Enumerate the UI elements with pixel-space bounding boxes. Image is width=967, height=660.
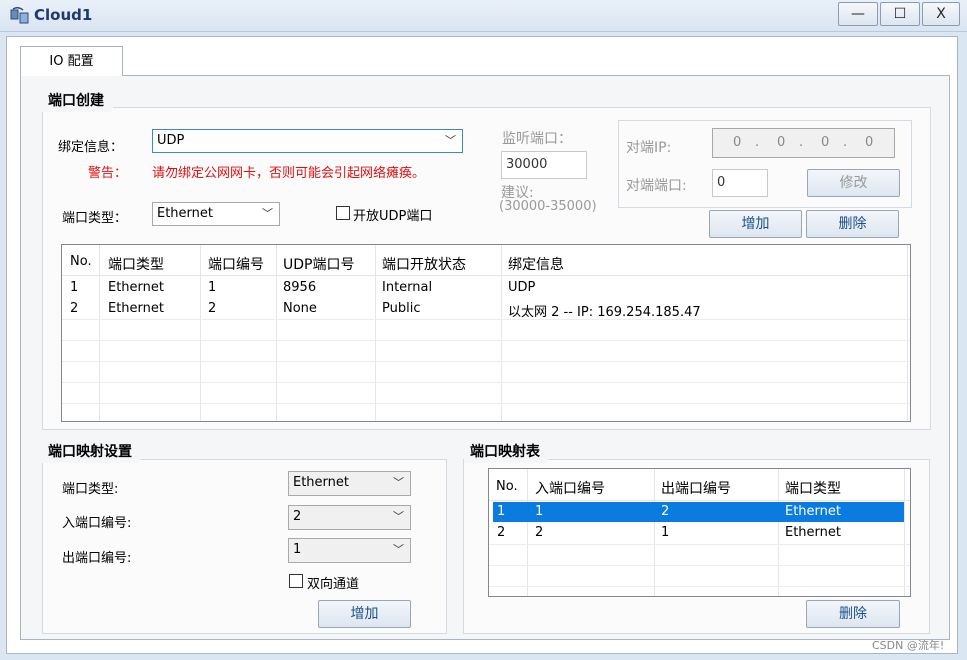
listen-port-label: 监听端口： xyxy=(502,131,572,147)
port-mapping-table-title: 端口映射表 xyxy=(464,441,560,463)
column-header: 入端口编号 xyxy=(535,481,605,497)
minimize-icon: — xyxy=(851,6,865,22)
ip-dot: . xyxy=(755,135,760,150)
column-header: 出端口编号 xyxy=(661,481,731,497)
binding-label: 绑定信息： xyxy=(58,140,124,155)
listen-port-value: 30000 xyxy=(506,157,548,172)
close-button[interactable]: X xyxy=(922,2,960,26)
mapping-port-type-label: 端口类型: xyxy=(62,482,119,497)
mapping-table: No. 入端口编号 出端口编号 端口类型 1 1 2 Ethernet 2 2 … xyxy=(488,468,911,597)
chevron-down-icon: ﹀ xyxy=(393,510,404,523)
port-type-select[interactable]: Ethernet ﹀ xyxy=(152,202,280,226)
watermark: CSDN @流年! xyxy=(872,639,945,652)
mapping-port-type-select[interactable]: Ethernet ﹀ xyxy=(288,471,411,496)
add-port-button[interactable]: 增加 xyxy=(709,210,802,238)
column-header: No. xyxy=(70,254,92,269)
port-type-value: Ethernet xyxy=(157,206,213,221)
column-header: UDP端口号 xyxy=(283,257,355,273)
out-port-value: 1 xyxy=(293,542,302,557)
column-header: 端口编号 xyxy=(208,257,264,273)
ip-octet-2: 0 xyxy=(777,135,786,150)
warning-label: 警告： xyxy=(88,166,128,181)
modify-button[interactable]: 修改 xyxy=(807,169,900,197)
add-mapping-button[interactable]: 增加 xyxy=(318,600,411,628)
port-mapping-settings-title: 端口映射设置 xyxy=(42,441,152,463)
peer-port-value: 0 xyxy=(717,175,726,190)
warning-text: 请勿绑定公网网卡，否则可能会引起网络瘫痪。 xyxy=(152,166,426,181)
out-port-label: 出端口编号: xyxy=(62,551,132,566)
chevron-down-icon: ﹀ xyxy=(445,134,456,147)
ip-dot: . xyxy=(843,135,848,150)
delete-mapping-button[interactable]: 删除 xyxy=(806,600,900,628)
chevron-down-icon: ﹀ xyxy=(262,207,273,220)
binding-value: UDP xyxy=(157,133,185,148)
cloud-app-icon xyxy=(10,7,29,24)
delete-port-button[interactable]: 删除 xyxy=(806,210,899,238)
ip-octet-4: 0 xyxy=(865,135,874,150)
maximize-icon: ☐ xyxy=(893,6,907,22)
column-header: 端口开放状态 xyxy=(382,257,466,273)
listen-port-input[interactable]: 30000 xyxy=(501,151,587,179)
open-udp-label: 开放UDP端口 xyxy=(353,209,433,224)
peer-ip-label: 对端IP: xyxy=(626,140,672,156)
in-port-label: 入端口编号: xyxy=(62,516,132,531)
in-port-select[interactable]: 2 ﹀ xyxy=(288,505,411,530)
close-icon: X xyxy=(936,6,946,22)
peer-port-label: 对端端口: xyxy=(626,178,687,194)
chevron-down-icon: ﹀ xyxy=(393,476,404,489)
ip-octet-1: 0 xyxy=(733,135,742,150)
mapping-port-type-value: Ethernet xyxy=(293,475,349,490)
in-port-value: 2 xyxy=(293,509,302,524)
column-header: 端口类型 xyxy=(108,257,164,273)
window-title: Cloud1 xyxy=(34,6,93,24)
peer-port-input[interactable]: 0 xyxy=(712,169,768,197)
chevron-down-icon: ﹀ xyxy=(393,543,404,556)
port-table: No. 端口类型 端口编号 UDP端口号 端口开放状态 绑定信息 1 Ether… xyxy=(61,244,911,422)
column-header: 端口类型 xyxy=(785,481,841,497)
table-row-selected[interactable]: 1 1 2 Ethernet xyxy=(493,502,904,522)
bidirectional-checkbox[interactable] xyxy=(289,574,303,588)
ip-dot: . xyxy=(799,135,804,150)
ip-octet-3: 0 xyxy=(821,135,830,150)
title-bar: Cloud1 — ☐ X xyxy=(0,0,967,32)
peer-ip-input[interactable]: 0 . 0 . 0 . 0 xyxy=(712,128,895,158)
open-udp-checkbox[interactable] xyxy=(336,206,350,220)
out-port-select[interactable]: 1 ﹀ xyxy=(288,538,411,563)
suggest-range: (30000-35000) xyxy=(499,199,597,214)
port-table-header xyxy=(62,245,910,276)
column-header: 绑定信息 xyxy=(508,257,564,273)
port-type-label: 端口类型： xyxy=(62,211,128,226)
bidirectional-label: 双向通道 xyxy=(307,577,360,592)
minimize-button[interactable]: — xyxy=(838,2,878,26)
binding-select[interactable]: UDP ﹀ xyxy=(152,129,463,153)
maximize-button[interactable]: ☐ xyxy=(880,2,920,26)
column-header: No. xyxy=(496,479,518,494)
tab-io-config[interactable]: IO 配置 xyxy=(20,46,123,76)
port-creation-title: 端口创建 xyxy=(42,90,124,112)
